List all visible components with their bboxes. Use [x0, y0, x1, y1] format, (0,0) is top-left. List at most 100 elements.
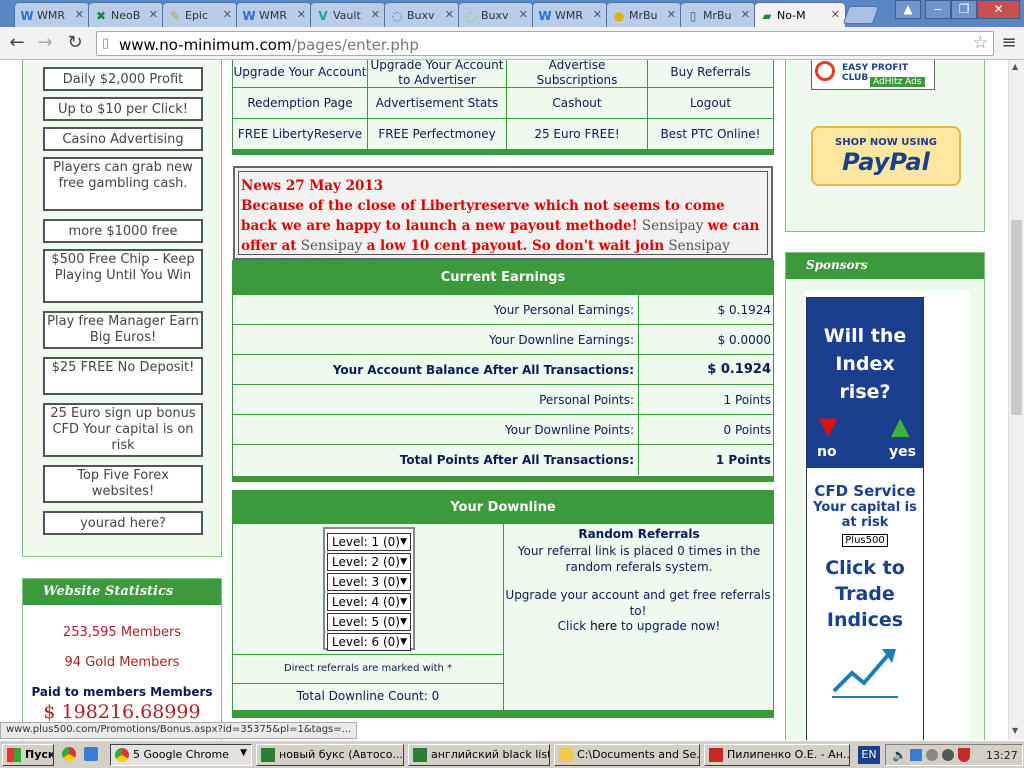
member-menu: Upgrade Your Account Upgrade Your Accoun…: [232, 60, 774, 155]
taskbar-excel-2[interactable]: английский black list: [408, 744, 550, 766]
menu-free-libertyreserve[interactable]: FREE LibertyReserve: [233, 119, 368, 149]
menu-buy-referrals[interactable]: Buy Referrals: [648, 60, 773, 88]
close-icon[interactable]: ✕: [149, 8, 158, 21]
vertical-scrollbar[interactable]: ▲ ▼: [1008, 60, 1024, 740]
tray-app-icon[interactable]: [942, 749, 954, 761]
left-ad[interactable]: $25 FREE No Deposit!: [43, 357, 203, 395]
reload-icon[interactable]: ↻: [64, 32, 86, 54]
chevron-down-icon: ▼: [400, 577, 407, 587]
taskbar-pdf[interactable]: Пилипенко О.Е. - Ан...: [704, 744, 850, 766]
scroll-down-icon[interactable]: ▼: [1012, 726, 1018, 735]
taskbar-excel-1[interactable]: новый букс (Автосо...: [256, 744, 404, 766]
clock[interactable]: 13:27: [986, 749, 1018, 762]
left-ad[interactable]: yourad here?: [43, 511, 203, 535]
left-ad[interactable]: Up to $10 per Click!: [43, 97, 203, 121]
menu-upgrade-advertiser[interactable]: Upgrade Your Account to Advertiser: [368, 60, 507, 88]
app-icon[interactable]: [84, 747, 98, 761]
swirl-icon: ◌: [465, 9, 477, 23]
language-indicator[interactable]: EN: [858, 746, 880, 764]
level-select[interactable]: Level: 1 (0) ▼: [327, 533, 411, 551]
menu-icon[interactable]: ≡: [998, 32, 1020, 54]
tab-mrbu-1[interactable]: ● MrBu ✕: [606, 2, 682, 27]
menu-25-euro-free[interactable]: 25 Euro FREE!: [507, 119, 648, 149]
level-select[interactable]: Level: 4 (0) ▼: [327, 593, 411, 611]
excel-icon: [413, 748, 427, 762]
network-icon[interactable]: [910, 749, 922, 761]
restore-button[interactable]: ❐: [951, 0, 977, 19]
upgrade-now-line: Click here to upgrade now!: [557, 619, 721, 633]
left-ad[interactable]: $500 Free Chip - Keep Playing Until You …: [43, 249, 203, 303]
tab-no-minimum[interactable]: ▰ No-M ✕: [754, 2, 846, 27]
back-icon[interactable]: ←: [6, 32, 28, 54]
tray-app-icon[interactable]: [926, 749, 938, 761]
menu-logout[interactable]: Logout: [648, 88, 773, 119]
address-bar[interactable]: ▯ www.no-minimum.com/pages/enter.php ☆: [96, 31, 994, 56]
scroll-up-icon[interactable]: ▲: [1012, 62, 1018, 71]
star-icon[interactable]: ☆: [973, 33, 988, 53]
plus500-ad[interactable]: Will the Index rise? ▼ ▲ no yes CFD Serv…: [806, 297, 924, 740]
shield-icon[interactable]: [958, 748, 970, 762]
speaker-icon[interactable]: 🔈: [892, 748, 907, 762]
left-ad[interactable]: Daily $2,000 Profit: [43, 67, 203, 91]
close-icon[interactable]: ✕: [445, 8, 454, 21]
earnings-row: Your Personal Earnings: $ 0.1924: [233, 294, 773, 325]
gold-members-count: 94 Gold Members: [64, 655, 180, 670]
here-link[interactable]: here: [590, 619, 617, 633]
tab-mrbu-2[interactable]: ▯ MrBu ✕: [680, 2, 756, 27]
left-ad[interactable]: Players can grab new free gambling cash.: [43, 157, 203, 211]
forward-icon[interactable]: →: [34, 32, 56, 54]
tab-epic[interactable]: ✎ Epic ✕: [162, 2, 238, 27]
tab-buxv-1[interactable]: ◌ Buxv ✕: [384, 2, 460, 27]
close-window-button[interactable]: ✕: [977, 0, 1020, 19]
left-ad-column: Daily $2,000 Profit Up to $10 per Click!…: [22, 60, 222, 557]
close-icon[interactable]: ✕: [667, 8, 676, 21]
close-icon[interactable]: ✕: [223, 8, 232, 21]
chrome-icon[interactable]: [62, 747, 76, 761]
scrollbar-thumb[interactable]: [1011, 220, 1022, 415]
random-referrals-title: Random Referrals: [578, 527, 700, 541]
your-downline: Your Downline Level: 1 (0) ▼ Level: 2 (0)…: [232, 490, 774, 715]
arrow-down-icon: ▼: [819, 412, 838, 440]
menu-redemption[interactable]: Redemption Page: [233, 88, 368, 119]
close-icon[interactable]: ✕: [371, 8, 380, 21]
level-select[interactable]: Level: 2 (0) ▼: [327, 553, 411, 571]
tab-strip: W WMR ✕ ✖ NeoB ✕ ✎ Epic ✕ W WMR ✕ V Vault ✕ ◌ Buxv ✕…: [0, 0, 1024, 27]
menu-best-ptc[interactable]: Best PTC Online!: [648, 119, 773, 149]
tab-neob[interactable]: ✖ NeoB ✕: [88, 2, 164, 27]
news-date: News 27 May 2013: [241, 178, 384, 194]
close-icon[interactable]: ✕: [519, 8, 528, 21]
earnings-header: Current Earnings: [233, 261, 773, 294]
tab-wmr-3[interactable]: W WMR ✕: [532, 2, 608, 27]
close-icon[interactable]: ✕: [75, 8, 84, 21]
tab-wmr-2[interactable]: W WMR ✕: [236, 2, 312, 27]
left-ad[interactable]: Top Five Forex websites!: [43, 465, 203, 503]
user-icon[interactable]: ▲: [895, 0, 921, 19]
menu-upgrade-account[interactable]: Upgrade Your Account: [233, 60, 368, 88]
close-icon[interactable]: ✕: [741, 8, 750, 21]
left-ad[interactable]: more $1000 free: [43, 219, 203, 243]
level-select[interactable]: Level: 5 (0) ▼: [327, 613, 411, 631]
left-ad[interactable]: 25 Euro sign up bonus CFD Your capital i…: [43, 403, 203, 457]
start-button[interactable]: Пуск: [2, 744, 54, 766]
minimize-button[interactable]: ‒: [925, 0, 951, 19]
level-select[interactable]: Level: 3 (0) ▼: [327, 573, 411, 591]
level-select[interactable]: Level: 6 (0) ▼: [327, 633, 411, 651]
close-icon[interactable]: ✕: [593, 8, 602, 21]
menu-ad-stats[interactable]: Advertisement Stats: [368, 88, 507, 119]
paypal-banner[interactable]: SHOP NOW USING PayPal: [811, 126, 961, 186]
menu-advertise-subscriptions[interactable]: Advertise Subscriptions: [507, 60, 648, 88]
left-ad[interactable]: Casino Advertising: [43, 127, 203, 151]
tab-vault[interactable]: V Vault ✕: [310, 2, 386, 27]
left-ad[interactable]: Play free Manager Earn Big Euros!: [43, 311, 203, 349]
close-icon[interactable]: ✕: [831, 8, 840, 21]
easy-profit-club-banner[interactable]: EASY PROFIT CLUB AdHitz Ads: [811, 60, 935, 90]
taskbar-chrome-group[interactable]: 5 Google Chrome ▼: [110, 744, 252, 766]
new-tab-button[interactable]: [842, 6, 880, 24]
close-icon[interactable]: ✕: [297, 8, 306, 21]
taskbar-explorer[interactable]: C:\Documents and Se...: [554, 744, 700, 766]
tab-wmr-1[interactable]: W WMR ✕: [14, 2, 90, 27]
menu-cashout[interactable]: Cashout: [507, 88, 648, 119]
menu-free-perfectmoney[interactable]: FREE Perfectmoney: [368, 119, 507, 149]
tab-buxv-2[interactable]: ◌ Buxv ✕: [458, 2, 534, 27]
direct-referrals-note: Direct referrals are marked with *: [283, 663, 453, 674]
